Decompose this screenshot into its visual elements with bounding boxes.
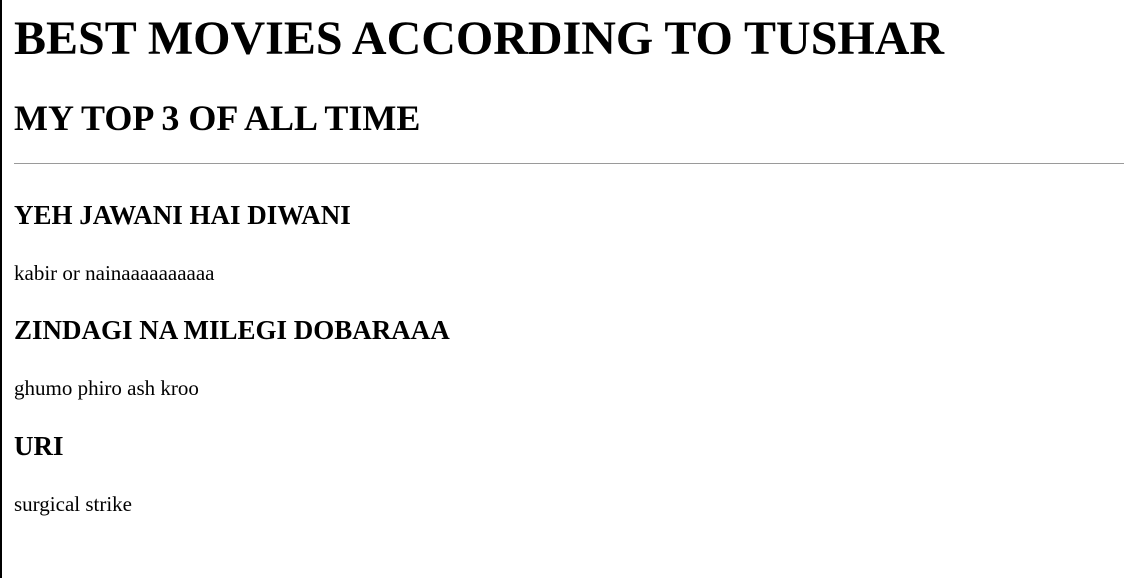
movie-title-2: ZINDAGI NA MILEGI DOBARAAA (14, 315, 450, 345)
movie-description-1: kabir or nainaaaaaaaaaa (14, 261, 215, 285)
divider (14, 163, 1124, 164)
movie-description-2: ghumo phiro ash kroo (14, 376, 199, 400)
movie-description-3: surgical strike (14, 492, 133, 516)
movie-title-3: URI (14, 431, 64, 461)
window-left-edge (0, 0, 2, 578)
movie-title-1: YEH JAWANI HAI DIWANI (14, 200, 351, 230)
page-subtitle: MY TOP 3 OF ALL TIME (14, 98, 421, 138)
page-title: BEST MOVIES ACCORDING TO TUSHAR (14, 12, 945, 65)
